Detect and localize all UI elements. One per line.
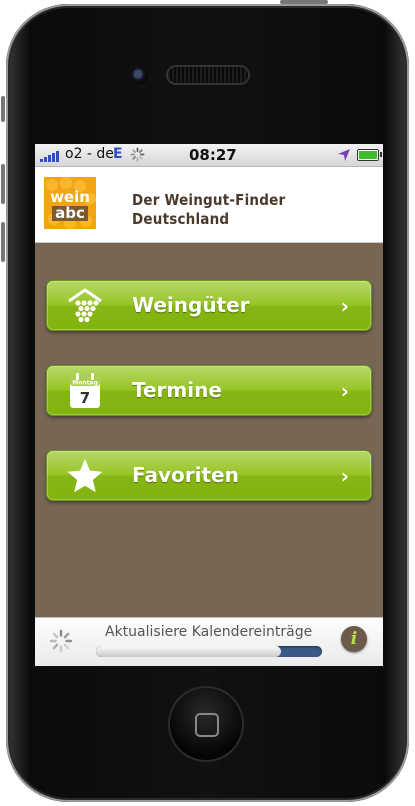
star-icon <box>67 459 103 493</box>
logo-text-wein: wein <box>50 188 90 206</box>
status-bar: o2 - de E 08:27 <box>35 144 383 167</box>
home-square-icon <box>195 713 219 737</box>
info-button[interactable]: i <box>341 626 367 652</box>
loading-spinner-icon <box>49 629 73 653</box>
clock: 08:27 <box>189 146 237 164</box>
menu-label-weingueter: Weingüter <box>132 293 250 317</box>
update-progress-bar <box>96 646 322 657</box>
app-title: Der Weingut-Finder Deutschland <box>132 191 285 229</box>
menu-label-favoriten: Favoriten <box>132 463 239 487</box>
weinabc-logo: wein abc <box>44 177 96 229</box>
menu-label-termine: Termine <box>132 378 222 402</box>
menu-button-weingueter[interactable]: Weingüter › <box>46 280 372 331</box>
signal-strength-icon <box>40 151 59 162</box>
calendar-month-label: Montag <box>72 380 98 387</box>
chevron-right-icon: › <box>340 379 349 403</box>
update-status-text: Aktualisiere Kalendereinträge <box>105 624 313 640</box>
screen: o2 - de E 08:27 wein abc Der Weingut-Fin… <box>35 144 383 666</box>
battery-level <box>359 151 377 159</box>
grape-house-icon <box>68 288 102 323</box>
calendar-day-label: 7 <box>80 389 90 407</box>
menu-button-termine[interactable]: Montag 7 Termine › <box>46 365 372 416</box>
carrier-name: o2 - de <box>65 146 114 162</box>
power-button <box>280 0 328 4</box>
update-progress-fill <box>96 646 282 657</box>
update-status-bar: Aktualisiere Kalendereinträge i <box>35 617 383 666</box>
volume-up-button <box>1 164 5 204</box>
battery-icon <box>357 149 382 161</box>
earpiece-speaker <box>168 67 248 83</box>
location-arrow-icon <box>338 149 350 161</box>
logo-text-abc: abc <box>52 206 88 221</box>
network-type: E <box>113 146 123 162</box>
app-title-line1: Der Weingut-Finder <box>132 191 286 209</box>
app-title-line2: Deutschland <box>132 210 230 228</box>
activity-spinner-icon <box>130 147 145 162</box>
menu-button-favoriten[interactable]: Favoriten › <box>46 450 372 501</box>
chevron-right-icon: › <box>340 294 349 318</box>
volume-down-button <box>1 222 5 262</box>
home-button[interactable] <box>170 688 242 760</box>
chevron-right-icon: › <box>340 464 349 488</box>
app-header: wein abc Der Weingut-Finder Deutschland <box>35 167 383 243</box>
front-camera <box>130 66 148 84</box>
mute-switch <box>1 96 5 122</box>
calendar-icon: Montag 7 <box>70 373 100 408</box>
